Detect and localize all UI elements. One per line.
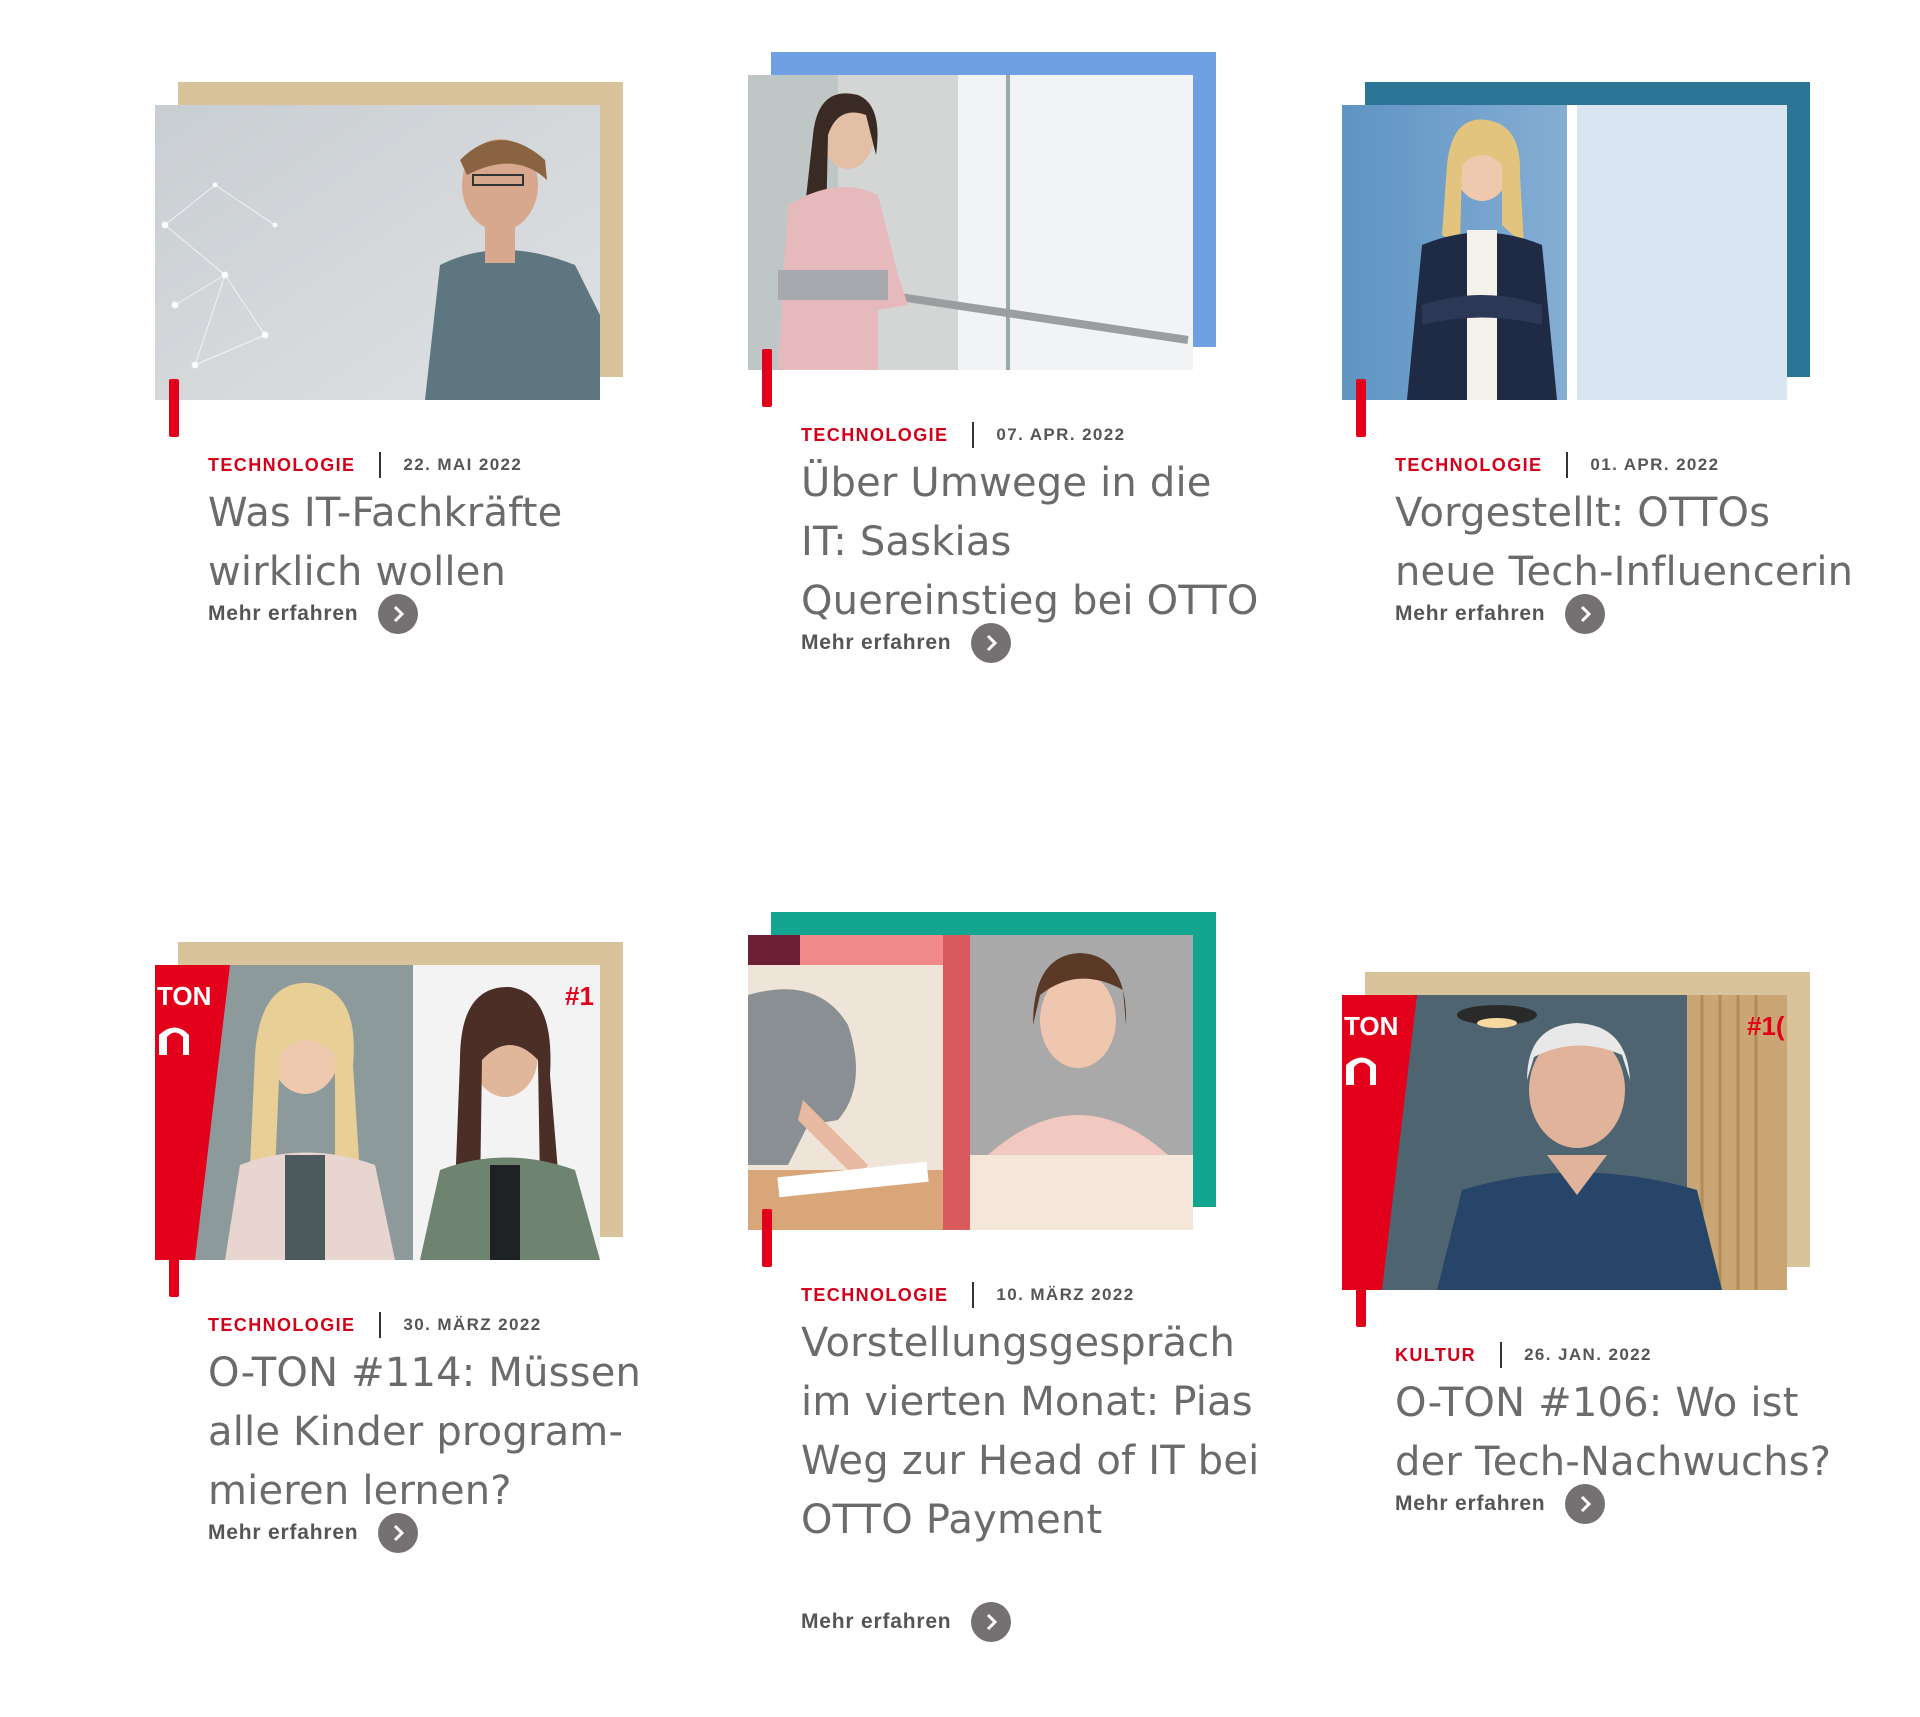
more-link-label: Mehr erfahren	[1395, 602, 1546, 625]
more-link[interactable]: Mehr erfahren	[801, 1602, 1012, 1642]
article-image[interactable]	[1342, 105, 1787, 400]
date-label: 22. MAI 2022	[403, 455, 523, 474]
article-title[interactable]: O-TON #106: Wo ist der Tech-Nachwuchs?	[1395, 1374, 1855, 1492]
accent-mark	[1356, 379, 1366, 437]
article-image[interactable]	[748, 75, 1193, 370]
more-link[interactable]: Mehr erfahren	[1395, 594, 1606, 634]
more-link-label: Mehr erfahren	[1395, 1492, 1546, 1515]
article-image[interactable]: TON #1(	[1342, 995, 1787, 1290]
more-link[interactable]: Mehr erfahren	[208, 1513, 419, 1553]
article-meta: KULTUR 26. JAN. 2022	[1395, 1342, 1652, 1368]
article-title[interactable]: Vorgestellt: OTTOs neue Tech-Influenceri…	[1395, 484, 1855, 602]
more-link[interactable]: Mehr erfahren	[801, 623, 1012, 663]
category-label[interactable]: TECHNOLOGIE	[801, 425, 948, 446]
article-title[interactable]: Was IT-Fachkräfte wirklich wollen	[208, 484, 668, 602]
chevron-right-icon[interactable]	[1565, 594, 1606, 634]
badge-text: TON	[157, 981, 211, 1011]
article-title[interactable]: O-TON #114: Müssen alle Kinder program-m…	[208, 1344, 668, 1521]
chevron-right-icon[interactable]	[378, 1513, 419, 1553]
article-image[interactable]	[155, 105, 600, 400]
article-image[interactable]	[748, 935, 1193, 1230]
badge-text: TON	[1344, 1011, 1398, 1041]
accent-mark	[762, 349, 772, 407]
meta-divider	[972, 1282, 975, 1308]
article-meta: TECHNOLOGIE 10. MÄRZ 2022	[801, 1282, 1135, 1308]
category-label[interactable]: TECHNOLOGIE	[801, 1285, 948, 1306]
date-label: 01. APR. 2022	[1590, 455, 1720, 474]
more-link-label: Mehr erfahren	[208, 1521, 359, 1544]
chevron-right-icon[interactable]	[971, 623, 1012, 663]
article-meta: TECHNOLOGIE 07. APR. 2022	[801, 422, 1126, 448]
date-label: 10. MÄRZ 2022	[996, 1285, 1135, 1304]
more-link[interactable]: Mehr erfahren	[208, 594, 419, 634]
category-label[interactable]: TECHNOLOGIE	[208, 1315, 355, 1336]
accent-mark	[762, 1209, 772, 1267]
more-link-label: Mehr erfahren	[801, 631, 952, 654]
category-label[interactable]: KULTUR	[1395, 1345, 1476, 1366]
badge-number: #1	[565, 981, 594, 1011]
chevron-right-icon[interactable]	[378, 594, 419, 634]
chevron-right-icon[interactable]	[971, 1602, 1012, 1642]
meta-divider	[1500, 1342, 1503, 1368]
meta-divider	[972, 422, 975, 448]
date-label: 26. JAN. 2022	[1524, 1345, 1652, 1364]
article-meta: TECHNOLOGIE 01. APR. 2022	[1395, 452, 1720, 478]
article-image[interactable]: TON #1	[155, 965, 600, 1260]
accent-mark	[1356, 1269, 1366, 1327]
more-link[interactable]: Mehr erfahren	[1395, 1484, 1606, 1524]
chevron-right-icon[interactable]	[1565, 1484, 1606, 1524]
category-label[interactable]: TECHNOLOGIE	[1395, 455, 1542, 476]
more-link-label: Mehr erfahren	[208, 602, 359, 625]
article-meta: TECHNOLOGIE 30. MÄRZ 2022	[208, 1312, 542, 1338]
article-title[interactable]: Über Umwege in die IT: Saskias Quereinst…	[801, 454, 1261, 631]
badge-number: #1(	[1747, 1011, 1785, 1041]
more-link-label: Mehr erfahren	[801, 1610, 952, 1633]
article-meta: TECHNOLOGIE 22. MAI 2022	[208, 452, 522, 478]
article-title[interactable]: Vorstellungsgespräch im vierten Monat: P…	[801, 1314, 1261, 1550]
accent-mark	[169, 1239, 179, 1297]
category-label[interactable]: TECHNOLOGIE	[208, 455, 355, 476]
accent-mark	[169, 379, 179, 437]
meta-divider	[379, 452, 382, 478]
date-label: 30. MÄRZ 2022	[403, 1315, 542, 1334]
meta-divider	[379, 1312, 382, 1338]
meta-divider	[1566, 452, 1569, 478]
date-label: 07. APR. 2022	[996, 425, 1126, 444]
